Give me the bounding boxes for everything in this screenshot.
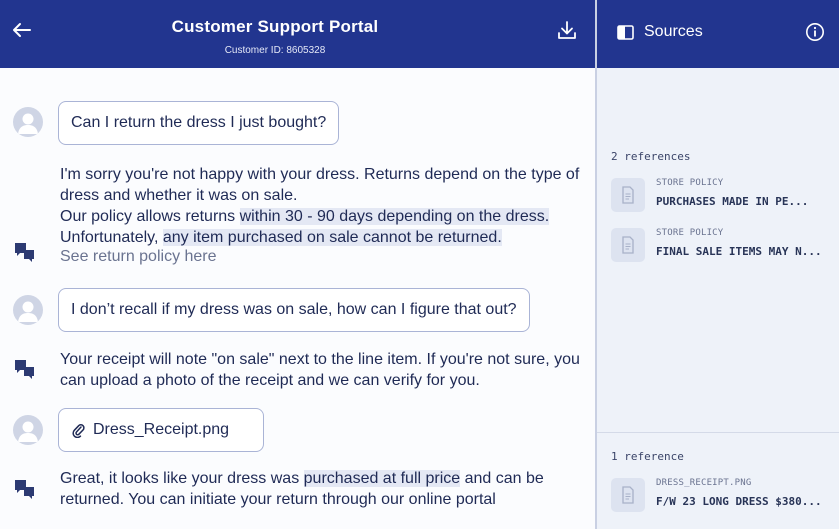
sources-panel: Sources 2 references STORE POLICY PURCHA… <box>597 0 839 529</box>
download-icon <box>558 21 576 39</box>
chat-bot-icon <box>15 360 34 379</box>
customer-id-label: Customer ID: <box>224 45 284 56</box>
reference-count: 1 reference <box>611 450 684 463</box>
highlighted-text: purchased at full price <box>303 470 461 487</box>
sources-title: Sources <box>644 23 703 40</box>
reference-item[interactable]: STORE POLICY PURCHASES MADE IN PE... <box>611 174 833 218</box>
bot-message-line: I'm sorry you're not happy with your dre… <box>60 166 580 204</box>
reference-title: F/W 23 LONG DRESS $380... <box>656 495 822 508</box>
sources-divider <box>597 432 839 433</box>
document-icon <box>611 178 645 212</box>
bot-message-text: Our policy allows returns <box>60 208 240 225</box>
bot-message: Your receipt will note "on sale" next to… <box>60 351 580 389</box>
reference-label: STORE POLICY <box>656 178 724 188</box>
document-icon <box>611 478 645 512</box>
user-avatar <box>13 415 43 445</box>
customer-id-line: Customer ID: 8605328 <box>60 45 490 56</box>
reference-item[interactable]: DRESS_RECEIPT.PNG F/W 23 LONG DRESS $380… <box>611 474 833 518</box>
user-avatar <box>13 107 43 137</box>
reference-item[interactable]: STORE POLICY FINAL SALE ITEMS MAY N... <box>611 224 833 268</box>
reference-title: PURCHASES MADE IN PE... <box>656 195 809 208</box>
chat-panel: Customer Support Portal Customer ID: 860… <box>0 0 595 529</box>
download-button[interactable] <box>556 19 578 41</box>
bot-message-text: Great, it looks like your dress was <box>60 470 304 487</box>
user-message-bubble: Can I return the dress I just bought? <box>58 101 340 145</box>
reference-label: DRESS_RECEIPT.PNG <box>656 478 752 488</box>
user-avatar-icon <box>18 421 38 442</box>
customer-id-value: 8605328 <box>286 45 326 56</box>
user-message-text: I don’t recall if my dress was on sale, … <box>71 301 517 318</box>
bot-message: I'm sorry you're not happy with your dre… <box>60 164 585 248</box>
bot-message: Great, it looks like your dress was purc… <box>60 468 550 510</box>
user-avatar-icon <box>18 301 38 322</box>
chat-header: Customer Support Portal Customer ID: 860… <box>0 0 595 68</box>
bot-avatar <box>13 478 37 500</box>
paperclip-icon <box>72 424 85 438</box>
user-message-bubble: I don’t recall if my dress was on sale, … <box>58 288 530 332</box>
sources-header: Sources <box>597 0 839 68</box>
page-title: Customer Support Portal <box>171 17 379 36</box>
title-block: Customer Support Portal Customer ID: 860… <box>60 17 490 56</box>
attachment-filename: Dress_Receipt.png <box>93 421 230 438</box>
return-policy-link[interactable]: See return policy here <box>60 248 217 266</box>
panel-icon <box>617 25 634 40</box>
reference-count: 2 references <box>611 150 691 163</box>
info-icon <box>806 23 824 41</box>
highlighted-text: any item purchased on sale cannot be ret… <box>162 229 502 246</box>
chat-bot-icon <box>15 480 34 499</box>
user-avatar-icon <box>18 113 38 134</box>
bot-message-text: Unfortunately, <box>60 229 163 246</box>
highlighted-text: within 30 - 90 days depending on the dre… <box>239 208 550 225</box>
user-avatar <box>13 295 43 325</box>
user-message-text: Can I return the dress I just bought? <box>71 114 327 131</box>
arrow-left-icon <box>13 23 31 37</box>
bot-avatar <box>13 241 37 263</box>
attachment-bubble[interactable]: Dress_Receipt.png <box>58 408 264 452</box>
document-icon <box>611 228 645 262</box>
bot-avatar <box>13 358 37 380</box>
chat-bot-icon <box>15 243 34 262</box>
reference-label: STORE POLICY <box>656 228 724 238</box>
reference-title: FINAL SALE ITEMS MAY N... <box>656 245 822 258</box>
info-button[interactable] <box>805 22 825 42</box>
back-button[interactable] <box>10 18 34 42</box>
